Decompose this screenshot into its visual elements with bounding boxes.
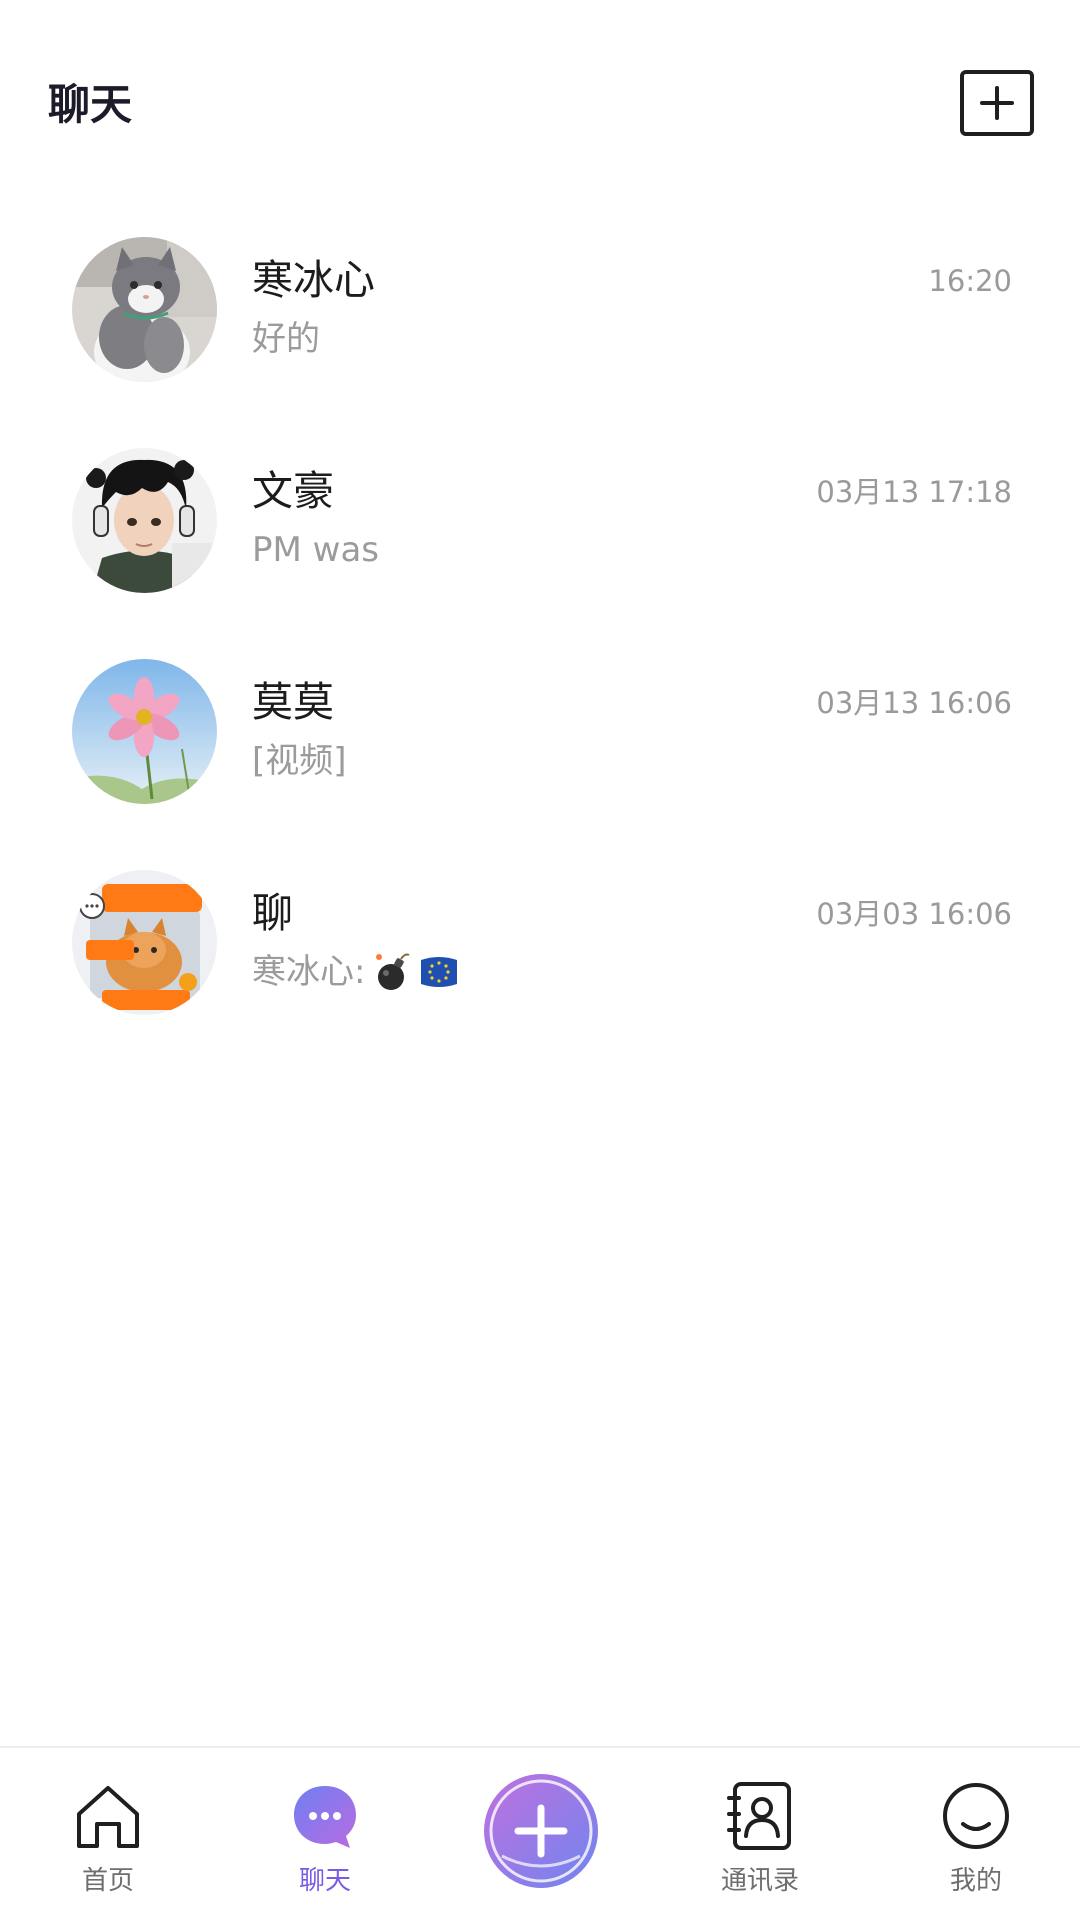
nav-label: 首页 <box>81 1866 134 1896</box>
plus-square-icon <box>980 86 1014 120</box>
avatar[interactable] <box>72 237 217 382</box>
bottom-nav: 首页 聊天 通讯录 我的 <box>0 1746 1080 1920</box>
nav-item-home[interactable]: 首页 <box>28 1748 188 1920</box>
header: 聊天 <box>0 0 1080 200</box>
contacts-icon <box>727 1782 791 1850</box>
chat-name: 聊 <box>252 889 293 937</box>
nav-item-chat[interactable]: 聊天 <box>245 1748 405 1920</box>
eu-flag-icon <box>421 957 458 987</box>
smile-icon <box>943 1783 1009 1849</box>
avatar[interactable] <box>72 870 217 1015</box>
chat-list: 寒冰心 16:20 好的 文豪 03月13 17:18 PM was 莫莫 03… <box>0 225 1080 1069</box>
nav-item-profile[interactable]: 我的 <box>896 1748 1056 1920</box>
page-title: 聊天 <box>48 80 133 129</box>
bomb-icon <box>376 953 410 990</box>
plus-circle-icon <box>484 1774 598 1888</box>
chat-preview-text: 好的 <box>252 319 320 359</box>
chat-preview-text: [视频] <box>252 741 347 781</box>
chat-time: 03月13 16:06 <box>816 686 1012 720</box>
chat-preview: 好的 <box>252 317 320 361</box>
nav-item-contacts[interactable]: 通讯录 <box>680 1748 840 1920</box>
chat-time: 03月13 17:18 <box>816 475 1012 509</box>
chat-row[interactable]: 聊 03月03 16:06 寒冰心: <box>0 858 1080 1069</box>
chat-bubble-icon <box>294 1786 356 1848</box>
nav-label: 聊天 <box>298 1866 351 1896</box>
nav-label: 我的 <box>949 1866 1002 1896</box>
chat-name: 文豪 <box>252 467 334 515</box>
chat-preview-text: PM was <box>252 530 380 570</box>
avatar[interactable] <box>72 448 217 593</box>
add-button[interactable] <box>960 70 1034 136</box>
chat-preview: [视频] <box>252 739 347 783</box>
chat-name: 寒冰心 <box>252 256 375 304</box>
chat-row[interactable]: 寒冰心 16:20 好的 <box>0 225 1080 436</box>
chat-row[interactable]: 文豪 03月13 17:18 PM was <box>0 436 1080 647</box>
chat-preview-text: 寒冰心: <box>252 952 366 992</box>
chat-page: 聊天 寒冰心 16:20 好的 文豪 03月13 17:18 PM was 莫莫… <box>0 0 1080 1920</box>
nav-item-create[interactable] <box>482 1772 600 1890</box>
chat-preview: PM was <box>252 528 379 572</box>
home-icon <box>77 1786 139 1848</box>
chat-preview: 寒冰心: <box>252 950 459 994</box>
chat-name: 莫莫 <box>252 678 334 726</box>
avatar[interactable] <box>72 659 217 804</box>
chat-row[interactable]: 莫莫 03月13 16:06 [视频] <box>0 647 1080 858</box>
chat-time: 03月03 16:06 <box>816 897 1012 931</box>
chat-time: 16:20 <box>928 264 1012 298</box>
nav-label: 通讯录 <box>720 1866 799 1896</box>
